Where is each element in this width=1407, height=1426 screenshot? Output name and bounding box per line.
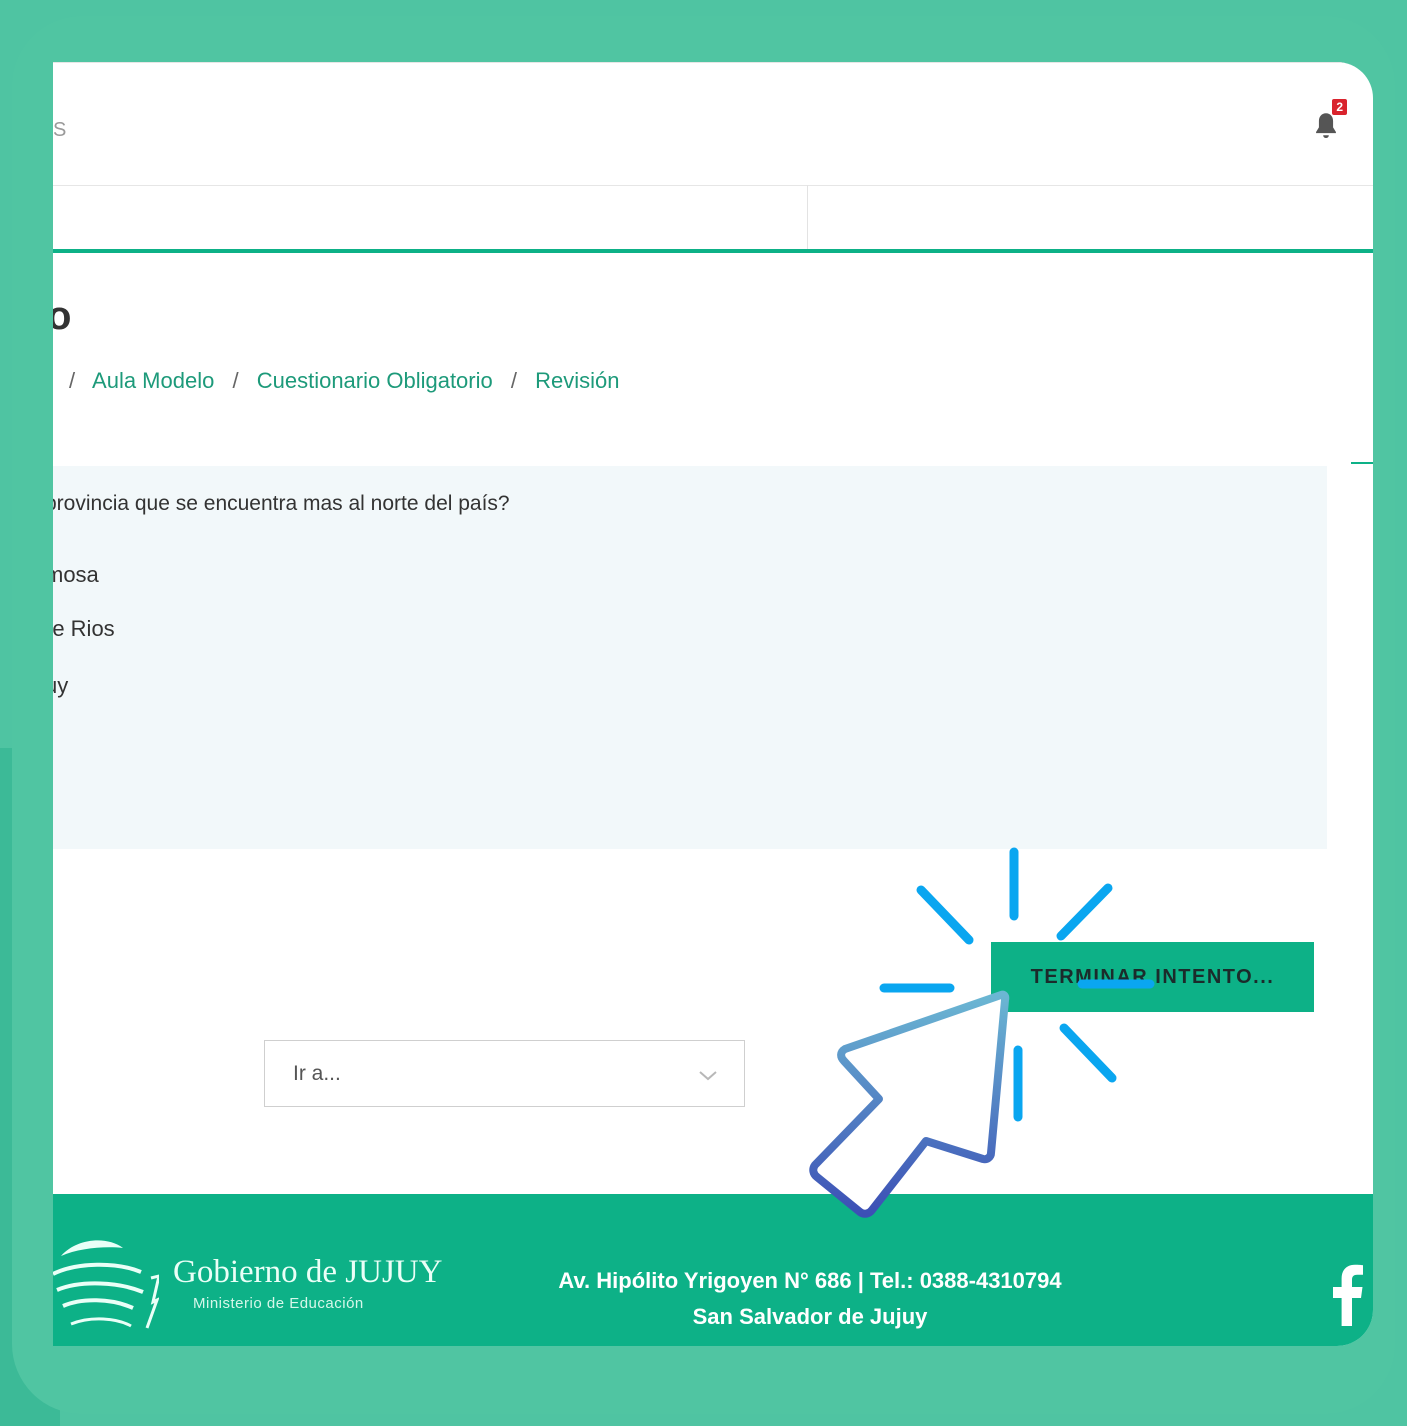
finish-attempt-button[interactable]: TERMINAR INTENTO... xyxy=(991,942,1314,1012)
footer-city: San Salvador de Jujuy xyxy=(692,1304,928,1329)
chevron-down-icon xyxy=(699,1071,717,1081)
secondary-nav xyxy=(53,185,1373,253)
page-title-fragment: o xyxy=(53,294,72,338)
breadcrumb-separator: / xyxy=(69,368,76,393)
top-navbar: S 2 xyxy=(53,62,1373,186)
footer-address: Av. Hipólito Yrigoyen N° 686 | Tel.: 038… xyxy=(558,1268,1062,1293)
footer-gov-name: Gobierno de JUJUY xyxy=(173,1254,443,1290)
breadcrumb-revision[interactable]: Revisión xyxy=(535,368,619,393)
browser-screenshot: S 2 o / Aula Modelo / Cuestionario Oblig… xyxy=(53,62,1373,1346)
goto-select[interactable]: Ir a... xyxy=(264,1040,745,1107)
facebook-icon[interactable] xyxy=(1329,1264,1365,1326)
breadcrumb-separator: / xyxy=(510,368,517,393)
footer: Gobierno de JUJUY Ministerio de Educació… xyxy=(53,1194,1373,1346)
notification-badge: 2 xyxy=(1332,99,1347,115)
goto-select-value: Ir a... xyxy=(293,1061,341,1085)
question-box: provincia que se encuentra mas al norte … xyxy=(53,466,1327,849)
sidebar-edge-line xyxy=(1351,462,1373,464)
site-brand-fragment[interactable]: S xyxy=(53,119,66,142)
breadcrumb-aula-modelo[interactable]: Aula Modelo xyxy=(92,368,214,393)
answer-option[interactable]: re Rios xyxy=(53,616,115,642)
gobierno-logo xyxy=(53,1240,159,1329)
breadcrumb-cuestionario[interactable]: Cuestionario Obligatorio xyxy=(257,368,493,393)
answer-option[interactable]: mosa xyxy=(53,562,99,588)
breadcrumb: / Aula Modelo / Cuestionario Obligatorio… xyxy=(57,368,620,394)
footer-ministry: Ministerio de Educación xyxy=(193,1295,364,1312)
answer-option[interactable]: uy xyxy=(53,673,68,699)
breadcrumb-separator: / xyxy=(232,368,239,393)
question-text: provincia que se encuentra mas al norte … xyxy=(53,492,510,515)
nav-divider xyxy=(807,185,808,249)
